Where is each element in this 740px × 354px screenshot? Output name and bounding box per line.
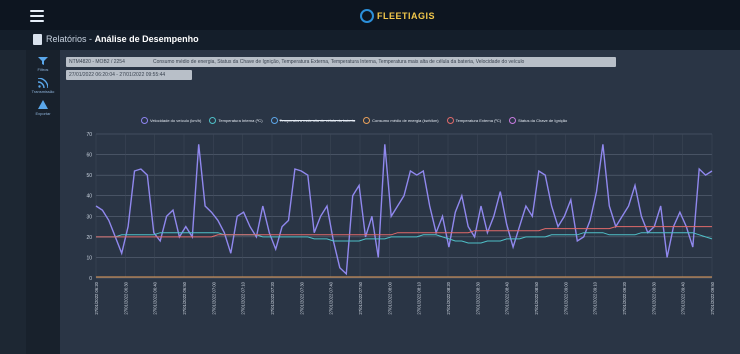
breadcrumb-text: Relatórios - Análise de Desempenho (46, 34, 199, 44)
chart-legend: Velocidade do veículo (km/h) Temperatura … (141, 117, 567, 124)
y-tick-label: 60 (86, 153, 92, 159)
x-tick-label: 27/01/2022 07:00 (211, 281, 216, 314)
x-tick-label: 27/01/2022 06:50 (182, 281, 187, 314)
legend-item[interactable]: Consumo médio de energia (kwh/km) (363, 117, 439, 124)
legend-item[interactable]: Temperatura Interna (ºC) (209, 117, 263, 124)
legend-marker (209, 117, 217, 124)
x-tick-label: 27/01/2022 09:00 (563, 281, 568, 314)
breadcrumb-separator: - (89, 34, 93, 44)
x-tick-label: 27/01/2022 09:50 (710, 281, 715, 314)
x-tick-label: 27/01/2022 09:20 (622, 281, 627, 314)
x-tick-label: 27/01/2022 06:30 (123, 281, 128, 314)
vehicle-filter-chip[interactable]: NTM4820 - MOB2 / 2254 (66, 57, 152, 67)
logo-text: FLEETIAGIS (377, 11, 436, 21)
breadcrumb-section[interactable]: Relatórios (46, 34, 87, 44)
sidebar-item-label: Exportar (35, 111, 51, 116)
y-tick-label: 20 (86, 235, 92, 241)
x-tick-label: 27/01/2022 07:20 (270, 281, 275, 314)
y-tick-label: 10 (86, 255, 92, 261)
x-tick-label: 27/01/2022 08:50 (534, 281, 539, 314)
sidebar-item-label: Filtros (37, 67, 49, 72)
x-tick-label: 27/01/2022 09:10 (593, 281, 598, 314)
legend-label: Velocidade do veículo (km/h) (150, 118, 202, 123)
sidebar: Filtros Transmissão Exportar (26, 50, 60, 354)
legend-label: Status da Chave de Ignição (518, 118, 568, 123)
y-tick-label: 50 (86, 173, 92, 179)
legend-item[interactable]: Status da Chave de Ignição (509, 117, 567, 124)
x-tick-label: 27/01/2022 08:30 (475, 281, 480, 314)
legend-marker (270, 117, 278, 124)
page-title: Análise de Desempenho (94, 34, 199, 44)
x-tick-label: 27/01/2022 08:20 (446, 281, 451, 314)
logo-mark (360, 9, 374, 23)
warning-icon (38, 100, 48, 109)
series-line (95, 144, 713, 276)
app-logo: FLEETIAGIS (360, 8, 435, 24)
x-tick-label: 27/01/2022 07:10 (241, 281, 246, 314)
rss-icon (38, 78, 48, 88)
sidebar-item-transmission[interactable]: Transmissão (26, 78, 60, 94)
legend-label: Temperatura mais alta de célula da bater… (279, 118, 356, 123)
y-tick-label: 0 (89, 276, 92, 282)
x-tick-label: 27/01/2022 06:20 (94, 281, 99, 314)
y-tick-label: 30 (86, 214, 92, 220)
y-tick-label: 40 (86, 194, 92, 200)
legend-item[interactable]: Velocidade do veículo (km/h) (141, 117, 201, 124)
sidebar-item-export[interactable]: Exportar (26, 100, 60, 116)
x-tick-label: 27/01/2022 08:40 (505, 281, 510, 314)
series-line (96, 232, 713, 244)
x-tick-label: 27/01/2022 08:10 (417, 281, 422, 314)
period-filter-chip[interactable]: 27/01/2022 06:20:04 - 27/01/2022 09:55:4… (66, 70, 192, 80)
breadcrumb: Relatórios - Análise de Desempenho (0, 30, 740, 50)
legend-marker (509, 117, 517, 124)
x-tick-label: 27/01/2022 07:40 (329, 281, 334, 314)
x-tick-label: 27/01/2022 09:30 (651, 281, 656, 314)
top-bar: FLEETIAGIS (0, 0, 740, 30)
legend-item[interactable]: Temperatura Externa (ºC) (446, 117, 502, 124)
x-tick-label: 27/01/2022 06:40 (153, 281, 158, 314)
filter-icon (38, 57, 48, 65)
legend-marker (363, 117, 371, 124)
legend-label: Temperatura Externa (ºC) (455, 118, 502, 123)
x-tick-label: 27/01/2022 07:30 (299, 281, 304, 314)
sidebar-item-filters[interactable]: Filtros (26, 56, 60, 72)
x-tick-label: 27/01/2022 08:00 (387, 281, 392, 314)
menu-icon[interactable] (30, 10, 44, 22)
sidebar-item-label: Transmissão (31, 89, 55, 94)
x-tick-label: 27/01/2022 07:50 (358, 281, 363, 314)
legend-marker (446, 117, 454, 124)
legend-marker (141, 117, 148, 124)
y-tick-label: 70 (86, 132, 92, 138)
legend-item[interactable]: Temperatura mais alta de célula da bater… (270, 117, 356, 124)
x-tick-label: 27/01/2022 09:40 (681, 281, 686, 314)
legend-label: Consumo médio de energia (kwh/km) (372, 118, 439, 123)
metrics-filter-chip[interactable]: Consumo médio de energia, Status da Chav… (150, 57, 616, 67)
performance-chart: 0 10 20 30 40 50 60 70 27/01/2022 06:20 27/01/202… (86, 132, 715, 315)
document-icon (33, 34, 42, 45)
legend-label: Temperatura Interna (ºC) (218, 118, 263, 123)
